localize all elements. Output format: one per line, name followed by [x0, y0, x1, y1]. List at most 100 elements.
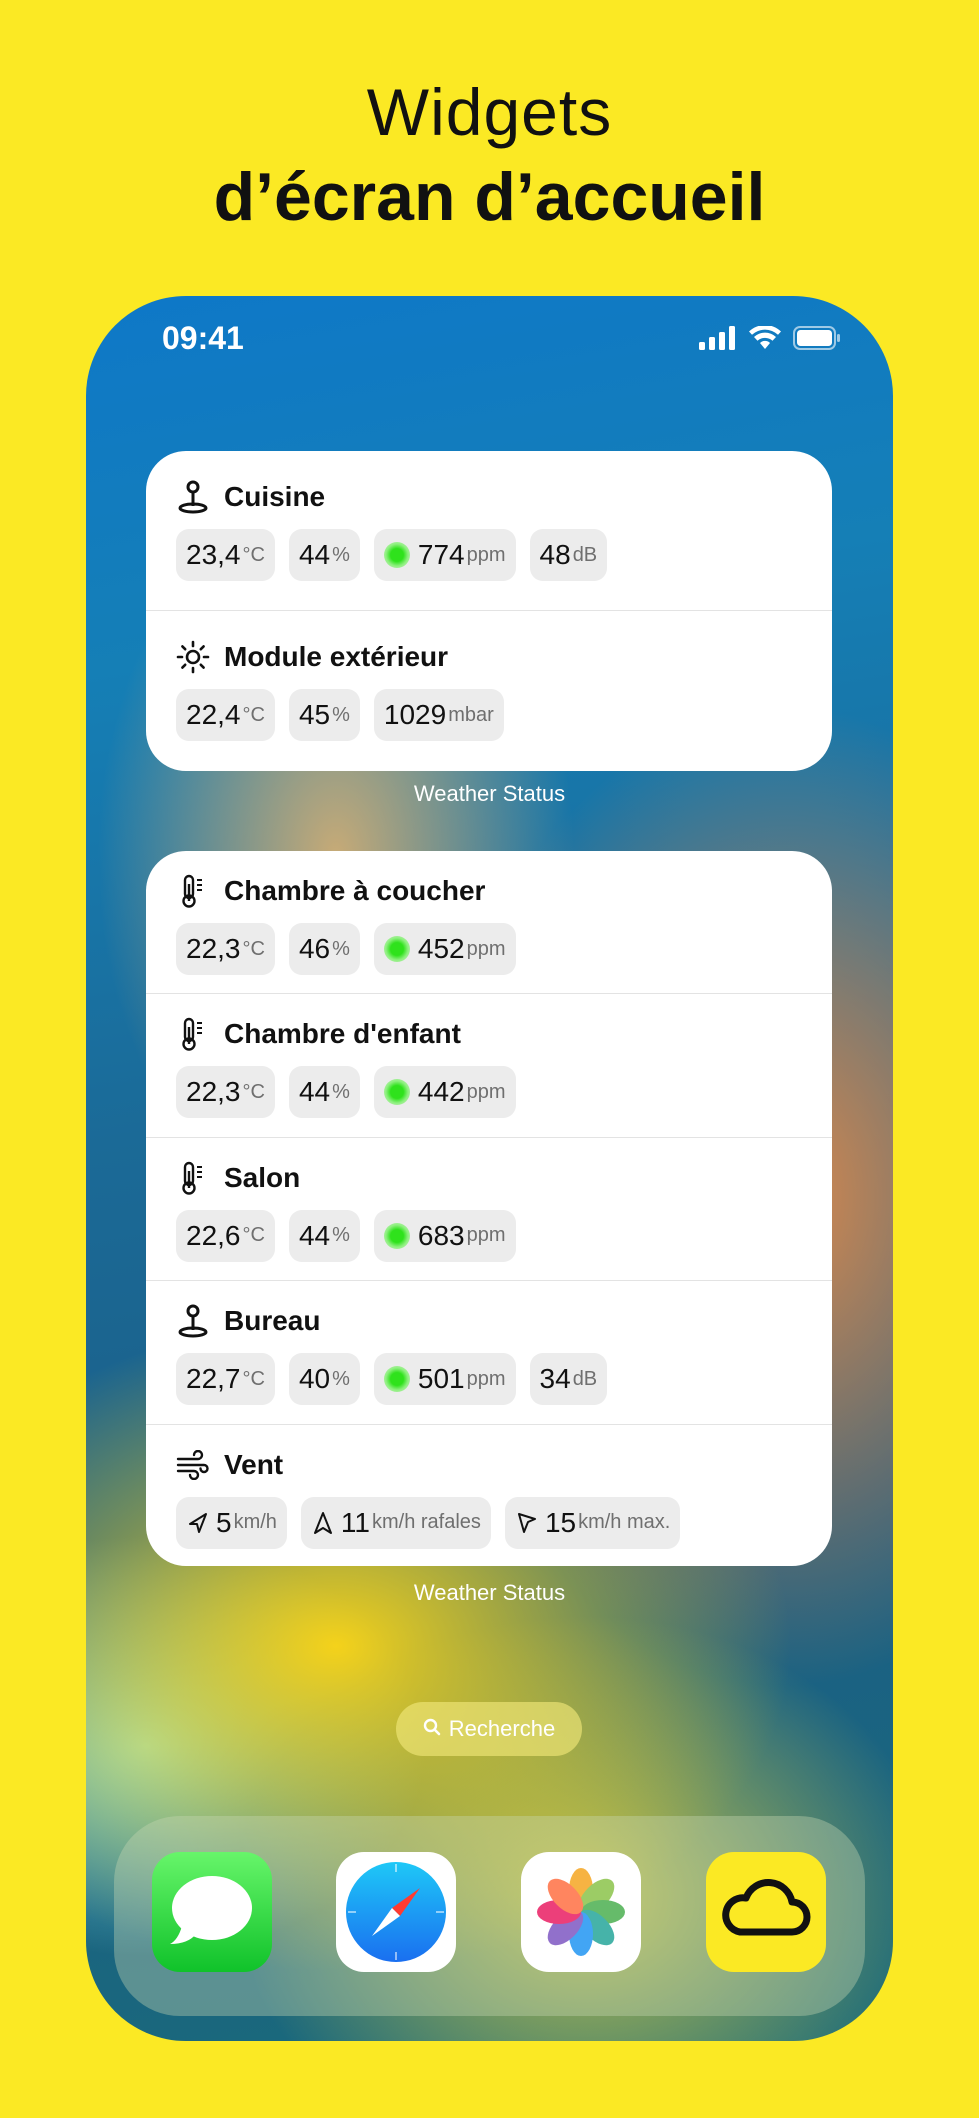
safari-app-icon[interactable] — [336, 1852, 456, 1972]
station-row: Chambre d'enfant 22,3 °C 44% 442 ppm — [146, 994, 832, 1138]
co2-status-dot — [383, 542, 410, 568]
co2-chip: 442 ppm — [373, 1066, 516, 1119]
phone-screen: 09:41 Cuisine 23,4 °C 44% 774 ppm 48 dB … — [86, 296, 893, 2041]
dock — [114, 1816, 865, 2016]
station-row: Vent 5 km/h 11 km/h rafales 15 km/h max. — [146, 1425, 832, 1566]
value: 22,3 — [186, 933, 241, 964]
unit: °C — [242, 937, 265, 960]
photos-app-icon[interactable] — [521, 1852, 641, 1972]
value: 11 — [340, 1506, 370, 1538]
unit: % — [332, 1080, 350, 1103]
value: 1029 — [383, 699, 447, 730]
unit: % — [332, 1367, 350, 1390]
unit: km/h max. — [578, 1511, 671, 1534]
station-name: Chambre à coucher — [224, 875, 486, 906]
wind-direction-arrow-icon — [313, 1511, 332, 1534]
thermometer-icon — [176, 1017, 210, 1052]
widget-caption: Weather Status — [413, 1580, 566, 1605]
unit: ppm — [466, 1080, 506, 1103]
station-row: Cuisine 23,4 °C 44% 774 ppm 48 dB — [146, 451, 832, 611]
unit: °C — [242, 703, 265, 726]
co2-status-dot — [383, 1366, 410, 1393]
wind-icon — [176, 1448, 210, 1482]
unit: % — [332, 703, 350, 726]
messages-app-icon[interactable] — [152, 1852, 272, 1972]
value: 5 — [216, 1506, 232, 1538]
wind-direction-arrow-icon — [189, 1512, 207, 1533]
co2-chip: 452 ppm — [373, 923, 516, 975]
unit: % — [332, 937, 350, 960]
co2-status-dot — [383, 936, 410, 962]
status-time: 09:41 — [162, 320, 244, 356]
value: 774 — [417, 539, 465, 570]
unit: mbar — [448, 703, 494, 726]
humidity-chip: 46% — [288, 923, 360, 975]
noise-chip: 34 dB — [529, 1353, 608, 1406]
station-name: Bureau — [224, 1305, 321, 1337]
value: 452 — [417, 933, 465, 964]
unit: ppm — [466, 937, 506, 960]
humidity-chip: 44% — [288, 1209, 360, 1262]
headline-line-1: Widgets — [366, 75, 613, 149]
unit: °C — [242, 543, 265, 566]
headline: Widgets d’écran d’accueil — [0, 70, 979, 240]
weather-widget-small[interactable]: Cuisine 23,4 °C 44% 774 ppm 48 dB Module ex… — [146, 451, 832, 771]
unit: °C — [242, 1080, 265, 1103]
station-row: Chambre à coucher 22,3 °C 46% 452 ppm — [146, 851, 832, 995]
station-row: Salon 22,6 °C 44% 683 ppm — [146, 1138, 832, 1282]
search-label: Recherche — [448, 1716, 556, 1741]
value: 22,3 — [186, 1076, 241, 1108]
temperature-chip: 22,6 °C — [176, 1209, 275, 1262]
wind-direction-arrow-icon — [517, 1512, 536, 1533]
search-button[interactable]: Recherche — [396, 1702, 582, 1756]
value: 501 — [417, 1363, 465, 1395]
noise-chip: 48 dB — [529, 529, 608, 581]
unit: ppm — [466, 1224, 506, 1247]
unit: ppm — [466, 543, 506, 566]
thermometer-icon — [176, 1161, 210, 1195]
temperature-chip: 23,4 °C — [176, 529, 275, 581]
unit: ppm — [466, 1367, 506, 1390]
wind-max-chip: 15 km/h max. — [504, 1496, 681, 1549]
search-icon — [423, 1716, 441, 1742]
wind-gust-chip: 11 km/h rafales — [300, 1496, 491, 1549]
co2-chip: 683 ppm — [373, 1209, 516, 1262]
battery-icon — [793, 326, 841, 355]
location-pin-icon — [176, 1304, 210, 1338]
station-name: Salon — [224, 1161, 301, 1193]
station-row: Bureau 22,7 °C 40% 501 ppm 34 dB — [146, 1281, 832, 1425]
station-row: Module extérieur 22,4 °C 45% 1029 mbar — [146, 611, 832, 771]
value: 683 — [417, 1219, 465, 1251]
headline-line-2: d’écran d’accueil — [213, 159, 766, 235]
value: 22,7 — [186, 1363, 241, 1395]
wifi-icon — [749, 325, 781, 355]
station-name: Module extérieur — [224, 641, 449, 672]
unit: dB — [572, 543, 598, 566]
unit: °C — [242, 1367, 265, 1390]
station-name: Vent — [224, 1448, 284, 1480]
value: 45 — [298, 699, 331, 730]
status-bar: 09:41 — [86, 296, 893, 386]
unit: km/h — [233, 1511, 277, 1534]
humidity-chip: 45% — [288, 689, 360, 741]
humidity-chip: 44% — [288, 529, 360, 581]
co2-status-dot — [383, 1079, 410, 1106]
unit: dB — [572, 1367, 598, 1390]
value: 44 — [298, 539, 331, 570]
temperature-chip: 22,3 °C — [176, 923, 275, 975]
widget-caption: Weather Status — [413, 781, 566, 806]
temperature-chip: 22,3 °C — [176, 1066, 275, 1119]
co2-status-dot — [383, 1222, 410, 1249]
pressure-chip: 1029 mbar — [373, 689, 504, 741]
station-name: Cuisine — [224, 481, 326, 512]
co2-chip: 774 ppm — [373, 529, 516, 581]
value: 23,4 — [186, 539, 241, 570]
unit: % — [332, 1224, 350, 1247]
cellular-signal-icon — [699, 326, 737, 355]
humidity-chip: 40% — [288, 1353, 360, 1406]
unit: km/h rafales — [372, 1511, 481, 1534]
value: 22,6 — [186, 1219, 241, 1251]
weather-widget-large[interactable]: Chambre à coucher 22,3 °C 46% 452 ppm Cham… — [146, 851, 832, 1566]
weather-status-app-icon[interactable] — [706, 1852, 826, 1972]
unit: °C — [242, 1224, 265, 1247]
